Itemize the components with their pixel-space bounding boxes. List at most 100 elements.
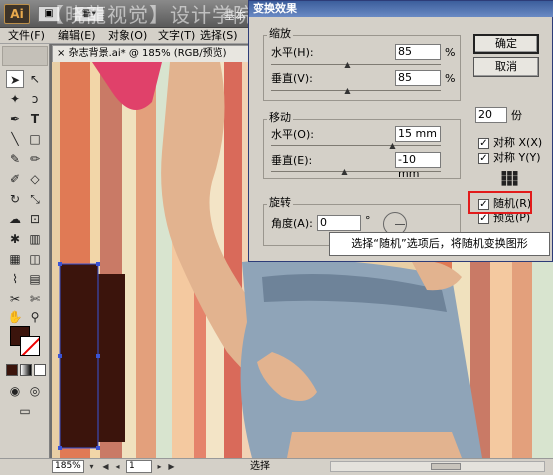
move-horizontal-label: 水平(O): [271, 128, 314, 141]
eraser-tool-icon[interactable]: ◇ [26, 170, 44, 188]
eyedropper-tool-icon[interactable]: ⌇ [6, 270, 24, 288]
scrollbar-thumb[interactable] [431, 463, 461, 470]
horizontal-scrollbar[interactable] [330, 461, 545, 472]
next-page-icon[interactable]: ▸ [154, 460, 165, 473]
page-number-field[interactable]: 1 [126, 460, 152, 473]
reflect-y-label[interactable]: 对称 Y(Y) [493, 151, 541, 165]
direct-selection-tool-icon[interactable]: ↖ [26, 70, 44, 88]
menu-select[interactable]: 选择(S) [200, 29, 238, 43]
zoom-level-field[interactable]: 185% [52, 460, 84, 473]
screen-mode-icon[interactable]: ▭ [16, 402, 34, 420]
mesh-tool-icon[interactable]: ▦ [6, 250, 24, 268]
gradient-tool-icon[interactable]: ◫ [26, 250, 44, 268]
rotate-angle-input[interactable]: 0 [317, 215, 361, 231]
selection-tool-icon[interactable]: ➤ [6, 70, 24, 88]
scale-horizontal-label: 水平(H): [271, 46, 314, 59]
hand-tool-icon[interactable]: ✋ [6, 308, 24, 326]
line-tool-icon[interactable]: ╲ [6, 130, 24, 148]
type-tool-icon[interactable]: T [26, 110, 44, 128]
document-tab[interactable]: × 杂志背景.ai* @ 185% (RGB/预览) [52, 45, 252, 62]
draw-normal-icon[interactable]: ◉ [6, 382, 24, 400]
workspace-label[interactable]: 基本 [224, 7, 246, 23]
tools-panel: ➤ ↖ ✦ ↄ ✒ T ╲ □ ✎ ✏ ✐ ◇ ↻ ⤡ ☁ ⊡ ✱ ▥ ▦ ◫ … [0, 44, 50, 460]
free-transform-tool-icon[interactable]: ⊡ [26, 210, 44, 228]
pen-tool-icon[interactable]: ✒ [6, 110, 24, 128]
document-close-icon[interactable]: × [57, 48, 65, 59]
warp-tool-icon[interactable]: ☁ [6, 210, 24, 228]
menu-file[interactable]: 文件(F) [8, 29, 45, 43]
scale-vertical-input[interactable]: 85 [395, 70, 441, 86]
move-horizontal-slider[interactable] [271, 145, 441, 146]
none-mode-button[interactable] [34, 364, 46, 376]
color-mode-button[interactable] [6, 364, 18, 376]
slider-knob-icon[interactable]: ▲ [344, 87, 351, 95]
rotate-angle-label: 角度(A): [271, 217, 313, 230]
tools-panel-header[interactable] [2, 46, 48, 66]
selection-handle[interactable] [58, 354, 62, 358]
rotate-degree-sign: ° [365, 214, 371, 227]
reflect-x-label[interactable]: 对称 X(X) [493, 136, 542, 150]
scissors-tool-icon[interactable]: ✄ [26, 290, 44, 308]
selected-rectangle[interactable] [60, 264, 98, 448]
copies-label: 份 [511, 109, 522, 122]
preview-checkbox[interactable]: ✓ [478, 213, 489, 224]
document-title: 杂志背景.ai* @ 185% (RGB/预览) [68, 48, 227, 59]
dialog-title[interactable]: 变换效果 [249, 1, 553, 17]
slider-knob-icon[interactable]: ▲ [344, 61, 351, 69]
ok-button[interactable]: 确定 [473, 34, 539, 54]
selection-handle[interactable] [58, 262, 62, 266]
scale-vertical-label: 垂直(V): [271, 72, 313, 85]
zoom-tool-icon[interactable]: ⚲ [26, 308, 44, 326]
tutorial-callout: 选择“随机”选项后，将随机变换图形 [329, 232, 550, 256]
last-page-icon[interactable]: ▶ [166, 460, 177, 473]
gradient-mode-button[interactable] [20, 364, 32, 376]
move-vertical-slider[interactable] [271, 171, 441, 172]
menu-edit[interactable]: 编辑(E) [58, 29, 96, 43]
pencil-tool-icon[interactable]: ✏ [26, 150, 44, 168]
move-vertical-label: 垂直(E): [271, 154, 313, 167]
reference-point-icon[interactable]: ■■■ ■■■ ■■■ [501, 171, 518, 187]
stroke-color-swatch[interactable] [20, 336, 40, 356]
slider-knob-icon[interactable]: ▲ [389, 142, 396, 150]
symbol-sprayer-tool-icon[interactable]: ✱ [6, 230, 24, 248]
copies-input[interactable]: 20 [475, 107, 507, 123]
scale-vertical-unit: % [445, 72, 456, 85]
first-page-icon[interactable]: ◀ [100, 460, 111, 473]
stripe [136, 62, 156, 458]
selection-handle[interactable] [96, 354, 100, 358]
blob-brush-tool-icon[interactable]: ✐ [6, 170, 24, 188]
reflect-x-checkbox[interactable]: ✓ [478, 138, 489, 149]
cancel-button[interactable]: 取消 [473, 57, 539, 77]
lasso-tool-icon[interactable]: ↄ [26, 90, 44, 108]
reflect-y-checkbox[interactable]: ✓ [478, 153, 489, 164]
rotate-tool-icon[interactable]: ↻ [6, 190, 24, 208]
move-horizontal-input[interactable]: 15 mm [395, 126, 441, 142]
random-option-highlight [468, 191, 532, 214]
scale-horizontal-input[interactable]: 85 [395, 44, 441, 60]
prev-page-icon[interactable]: ◂ [112, 460, 123, 473]
selection-handle[interactable] [96, 262, 100, 266]
move-vertical-input[interactable]: -10 mm [395, 152, 441, 180]
menu-type[interactable]: 文字(T) [158, 29, 195, 43]
scale-horizontal-slider[interactable] [271, 64, 441, 65]
rectangle-tool-icon[interactable]: □ [26, 130, 44, 148]
rotate-group-label: 旋转 [267, 196, 293, 209]
slider-knob-icon[interactable]: ▲ [341, 168, 348, 176]
magic-wand-tool-icon[interactable]: ✦ [6, 90, 24, 108]
menu-object[interactable]: 对象(O) [108, 29, 147, 43]
stripe [224, 62, 242, 458]
move-group-label: 移动 [267, 111, 293, 124]
scale-horizontal-unit: % [445, 46, 456, 59]
blend-tool-icon[interactable]: ▤ [26, 270, 44, 288]
draw-behind-icon[interactable]: ◎ [26, 382, 44, 400]
scale-vertical-slider[interactable] [271, 90, 441, 91]
paintbrush-tool-icon[interactable]: ✎ [6, 150, 24, 168]
column-graph-tool-icon[interactable]: ▥ [26, 230, 44, 248]
selection-handle[interactable] [58, 446, 62, 450]
selection-handle[interactable] [96, 446, 100, 450]
model-legs [287, 432, 462, 458]
zoom-dropdown-icon[interactable]: ▾ [86, 460, 97, 473]
status-tool-text[interactable]: 选择 [250, 460, 270, 473]
slice-tool-icon[interactable]: ✂ [6, 290, 24, 308]
scale-tool-icon[interactable]: ⤡ [26, 190, 44, 208]
